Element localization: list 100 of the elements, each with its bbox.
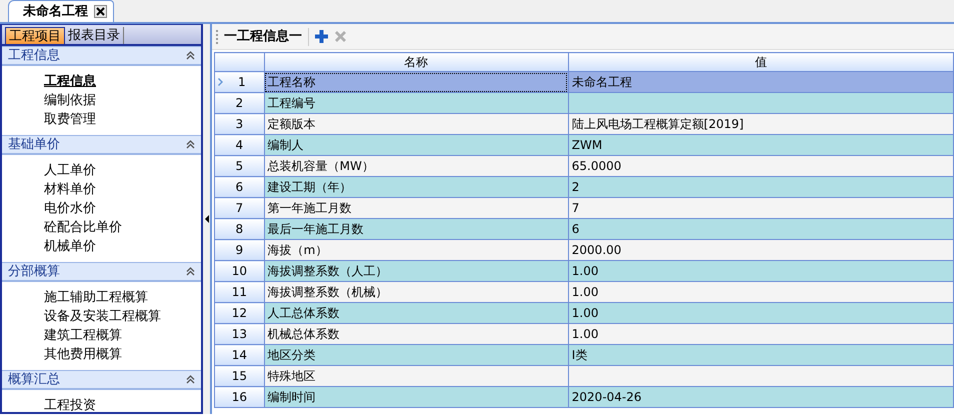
table-row[interactable]: 1 工程名称 未命名工程 bbox=[214, 72, 954, 92]
row-header[interactable]: 11 bbox=[214, 282, 264, 302]
collapse-arrow-icon[interactable] bbox=[204, 215, 208, 223]
table-row[interactable]: 12 人工总体系数 1.00 bbox=[214, 302, 954, 324]
row-header[interactable]: 3 bbox=[214, 114, 264, 134]
table-cell: 1.00 bbox=[568, 282, 954, 302]
document-tab[interactable]: 未命名工程 bbox=[8, 0, 114, 22]
row-number: 15 bbox=[230, 368, 248, 385]
section-title: 分部概算 bbox=[8, 262, 60, 281]
row-header[interactable]: 1 bbox=[214, 72, 264, 92]
collapse-chevron-icon[interactable] bbox=[186, 51, 195, 60]
row-number: 8 bbox=[234, 221, 244, 238]
section-title: 概算汇总 bbox=[8, 370, 60, 389]
sidebar-link[interactable]: 机械单价 bbox=[44, 237, 201, 256]
row-header[interactable]: 13 bbox=[214, 324, 264, 344]
table-cell: 编制人 bbox=[264, 134, 568, 156]
table-cell: 工程编号 bbox=[264, 92, 568, 114]
section-header[interactable]: 基础单价 bbox=[2, 135, 201, 155]
row-header[interactable]: 16 bbox=[214, 386, 264, 408]
table-cell: 未命名工程 bbox=[568, 72, 954, 92]
sidebar-link[interactable]: 工程投资 bbox=[44, 396, 201, 412]
collapse-chevron-icon[interactable] bbox=[186, 267, 195, 276]
table-row[interactable]: 15 特殊地区 bbox=[214, 366, 954, 386]
row-header[interactable]: 12 bbox=[214, 302, 264, 324]
table-cell: 特殊地区 bbox=[264, 366, 568, 386]
sidebar-link[interactable]: 编制依据 bbox=[44, 91, 201, 110]
table-cell: 工程名称 bbox=[264, 72, 568, 92]
row-header[interactable]: 4 bbox=[214, 134, 264, 156]
table-row[interactable]: 16 编制时间 2020-04-26 bbox=[214, 386, 954, 408]
row-header[interactable]: 9 bbox=[214, 240, 264, 260]
section-header[interactable]: 概算汇总 bbox=[2, 370, 201, 390]
sidebar-link[interactable]: 取费管理 bbox=[44, 110, 201, 129]
row-number: 3 bbox=[234, 116, 244, 133]
table-row[interactable]: 6 建设工期（年） 2 bbox=[214, 176, 954, 198]
table-cell: 海拔调整系数（机械） bbox=[264, 282, 568, 302]
row-header[interactable]: 7 bbox=[214, 198, 264, 218]
sidebar-link[interactable]: 砼配合比单价 bbox=[44, 218, 201, 237]
table-cell: 海拔（m） bbox=[264, 240, 568, 260]
row-number: 1 bbox=[237, 74, 247, 91]
sidebar-link[interactable]: 材料单价 bbox=[44, 180, 201, 199]
sidebar-tab[interactable]: 报表目录 bbox=[65, 27, 124, 44]
table-row[interactable]: 11 海拔调整系数（机械） 1.00 bbox=[214, 282, 954, 302]
row-number: 16 bbox=[230, 389, 248, 406]
sidebar-link[interactable]: 建筑工程概算 bbox=[44, 326, 201, 345]
toolbar-title: 一工程信息一 bbox=[224, 28, 302, 46]
table-row[interactable]: 5 总装机容量（MW） 65.0000 bbox=[214, 156, 954, 176]
row-header[interactable]: 6 bbox=[214, 176, 264, 198]
table-cell: Ⅰ类 bbox=[568, 344, 954, 366]
table-cell: 地区分类 bbox=[264, 344, 568, 366]
table-row[interactable]: 4 编制人 ZWM bbox=[214, 134, 954, 156]
table-cell: 6 bbox=[568, 218, 954, 240]
table-cell: ZWM bbox=[568, 134, 954, 156]
table-cell: 海拔调整系数（人工） bbox=[264, 260, 568, 282]
row-header[interactable]: 5 bbox=[214, 156, 264, 176]
table-cell: 最后一年施工月数 bbox=[264, 218, 568, 240]
table-row[interactable]: 9 海拔（m） 2000.00 bbox=[214, 240, 954, 260]
corner-header bbox=[214, 52, 264, 72]
sidebar-link[interactable]: 设备及安装工程概算 bbox=[44, 307, 201, 326]
sidebar-link[interactable]: 人工单价 bbox=[44, 161, 201, 180]
row-header[interactable]: 8 bbox=[214, 218, 264, 240]
table-row[interactable]: 14 地区分类 Ⅰ类 bbox=[214, 344, 954, 366]
table-row[interactable]: 2 工程编号 bbox=[214, 92, 954, 114]
section-title: 基础单价 bbox=[8, 136, 60, 154]
table-cell: 建设工期（年） bbox=[264, 176, 568, 198]
row-number: 9 bbox=[234, 242, 244, 259]
row-number: 4 bbox=[234, 137, 244, 154]
table-cell: 1.00 bbox=[568, 302, 954, 324]
row-header[interactable]: 14 bbox=[214, 344, 264, 366]
sidebar-link[interactable]: 电价水价 bbox=[44, 199, 201, 218]
row-number: 14 bbox=[230, 347, 248, 364]
table-row[interactable]: 13 机械总体系数 1.00 bbox=[214, 324, 954, 344]
sidebar-link[interactable]: 其他费用概算 bbox=[44, 345, 201, 364]
collapse-chevron-icon[interactable] bbox=[186, 375, 195, 384]
table-cell: 人工总体系数 bbox=[264, 302, 568, 324]
row-number: 10 bbox=[230, 263, 248, 280]
section-header[interactable]: 分部概算 bbox=[2, 262, 201, 282]
table-row[interactable]: 10 海拔调整系数（人工） 1.00 bbox=[214, 260, 954, 282]
table-cell: 第一年施工月数 bbox=[264, 198, 568, 218]
section-header[interactable]: 工程信息 bbox=[2, 46, 201, 66]
section-title: 工程信息 bbox=[8, 46, 60, 65]
table-cell: 1.00 bbox=[568, 324, 954, 344]
row-header[interactable]: 10 bbox=[214, 260, 264, 282]
collapse-chevron-icon[interactable] bbox=[186, 140, 195, 149]
column-header: 名称 bbox=[264, 52, 568, 72]
table-row[interactable]: 7 第一年施工月数 7 bbox=[214, 198, 954, 218]
row-header[interactable]: 2 bbox=[214, 92, 264, 114]
table-row[interactable]: 3 定额版本 陆上风电场工程概算定额[2019] bbox=[214, 114, 954, 134]
sidebar-link[interactable]: 工程信息 bbox=[44, 72, 201, 91]
current-row-arrow-icon bbox=[218, 78, 223, 86]
close-button[interactable] bbox=[94, 5, 107, 18]
add-button[interactable] bbox=[315, 30, 328, 43]
row-number: 12 bbox=[230, 305, 248, 322]
table-cell: 定额版本 bbox=[264, 114, 568, 134]
sidebar-tab[interactable]: 工程项目 bbox=[5, 27, 65, 44]
table-cell: 7 bbox=[568, 198, 954, 218]
row-number: 2 bbox=[234, 95, 244, 112]
row-header[interactable]: 15 bbox=[214, 366, 264, 386]
sidebar-link[interactable]: 施工辅助工程概算 bbox=[44, 288, 201, 307]
table-row[interactable]: 8 最后一年施工月数 6 bbox=[214, 218, 954, 240]
table-cell: 65.0000 bbox=[568, 156, 954, 176]
